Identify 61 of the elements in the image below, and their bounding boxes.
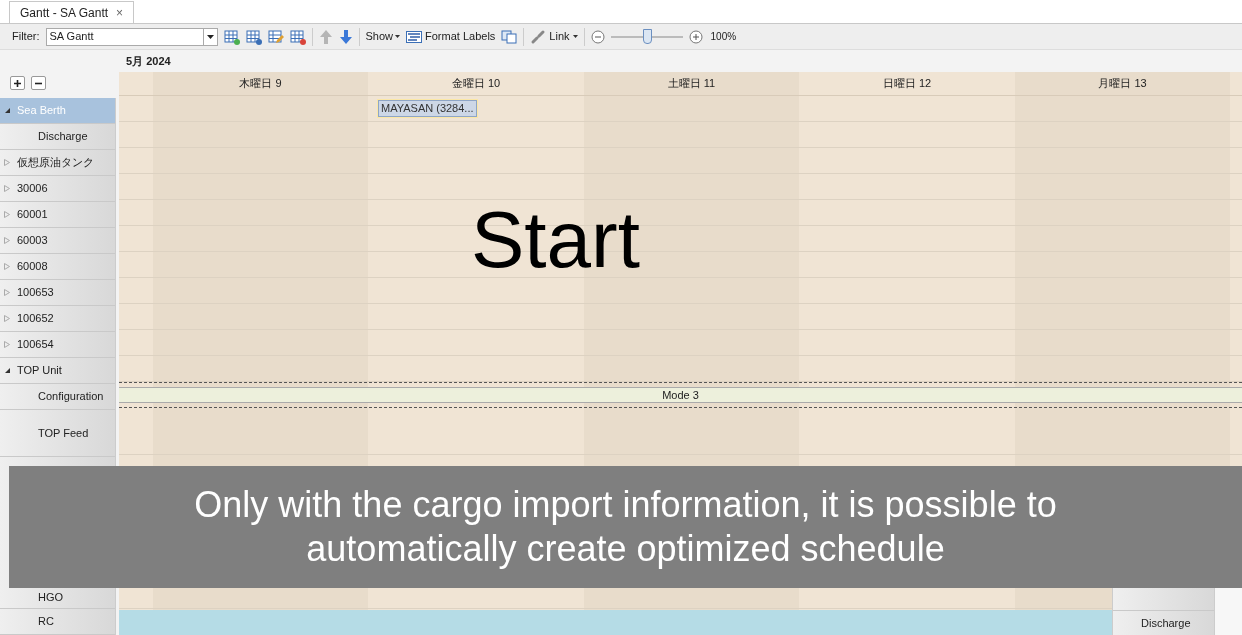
tree-row[interactable]: 60003 xyxy=(0,228,115,254)
collapsed-triangle-icon[interactable] xyxy=(4,289,10,296)
collapsed-triangle-icon[interactable] xyxy=(4,185,10,192)
caret-icon xyxy=(206,34,214,39)
table-icon[interactable] xyxy=(245,28,262,45)
link-menu-button[interactable]: Link xyxy=(530,28,578,45)
day-header: 木曜日 9 xyxy=(238,76,283,92)
caret-icon xyxy=(395,35,401,38)
tree-row[interactable]: Configuration xyxy=(0,384,115,410)
expanded-triangle-icon[interactable] xyxy=(4,367,10,374)
tree-row[interactable]: Discharge xyxy=(0,124,115,150)
copy-icon[interactable] xyxy=(501,29,518,44)
day-header: 月曜日 13 xyxy=(1097,76,1148,92)
caret-icon xyxy=(572,35,578,38)
mode-bar[interactable]: Mode 3 xyxy=(119,387,1242,403)
tree-row[interactable]: 30006 xyxy=(0,176,115,202)
zoom-in-icon[interactable] xyxy=(688,29,703,44)
tree-row[interactable]: RC xyxy=(0,609,115,635)
edit-table-icon[interactable] xyxy=(267,28,284,45)
tree-row[interactable]: 60008 xyxy=(0,254,115,280)
collapse-all-button[interactable] xyxy=(31,76,46,90)
day-header: 日曜日 12 xyxy=(881,76,933,92)
add-row-icon[interactable] xyxy=(223,28,240,45)
collapsed-triangle-icon[interactable] xyxy=(4,341,10,348)
close-icon[interactable]: × xyxy=(116,3,124,22)
label-format-icon xyxy=(406,30,423,43)
collapsed-triangle-icon[interactable] xyxy=(4,159,10,166)
tree-row[interactable]: 100654 xyxy=(0,332,115,358)
day-header: 金曜日 10 xyxy=(450,76,502,92)
tree-row[interactable]: 100653 xyxy=(0,280,115,306)
start-caption: Start xyxy=(471,200,640,280)
collapsed-triangle-icon[interactable] xyxy=(4,315,10,322)
slider-thumb[interactable] xyxy=(642,28,652,44)
tree-row[interactable]: TOP Feed xyxy=(0,410,115,457)
up-arrow-icon[interactable] xyxy=(318,28,333,45)
document-tab[interactable]: Gantt - SA Gantt × xyxy=(9,1,135,23)
collapsed-triangle-icon[interactable] xyxy=(4,211,10,218)
month-label: 5月 2024 xyxy=(126,53,171,69)
filter-label: Filter: xyxy=(12,29,40,45)
format-labels-button[interactable]: Format Labels xyxy=(406,28,496,45)
expanded-triangle-icon[interactable] xyxy=(4,107,10,114)
tree-row[interactable]: 仮想原油タンク xyxy=(0,150,115,176)
zoom-percent: 100% xyxy=(710,30,737,44)
caption-banner: Only with the cargo import information, it is possible to automatically create optimized schedule xyxy=(9,466,1242,588)
plus-icon xyxy=(14,79,21,87)
collapsed-triangle-icon[interactable] xyxy=(4,263,10,270)
zoom-out-icon[interactable] xyxy=(590,29,605,44)
tree-row[interactable]: 100652 xyxy=(0,306,115,332)
show-menu-button[interactable]: Show xyxy=(365,28,401,45)
zoom-slider[interactable] xyxy=(610,28,683,45)
filter-dropdown[interactable]: SA Gantt xyxy=(45,27,218,46)
tree-row-label: Discharge xyxy=(1141,615,1191,631)
tree-row[interactable]: 60001 xyxy=(0,202,115,228)
day-header: 土曜日 11 xyxy=(666,76,717,92)
down-arrow-icon[interactable] xyxy=(338,28,353,45)
delete-row-icon[interactable] xyxy=(289,28,306,45)
collapsed-triangle-icon[interactable] xyxy=(4,237,10,244)
link-icon xyxy=(530,28,547,45)
task-bar[interactable]: MAYASAN (3284... xyxy=(377,99,478,118)
expand-all-button[interactable] xyxy=(10,76,25,90)
tree-row[interactable]: TOP Unit xyxy=(0,358,115,384)
